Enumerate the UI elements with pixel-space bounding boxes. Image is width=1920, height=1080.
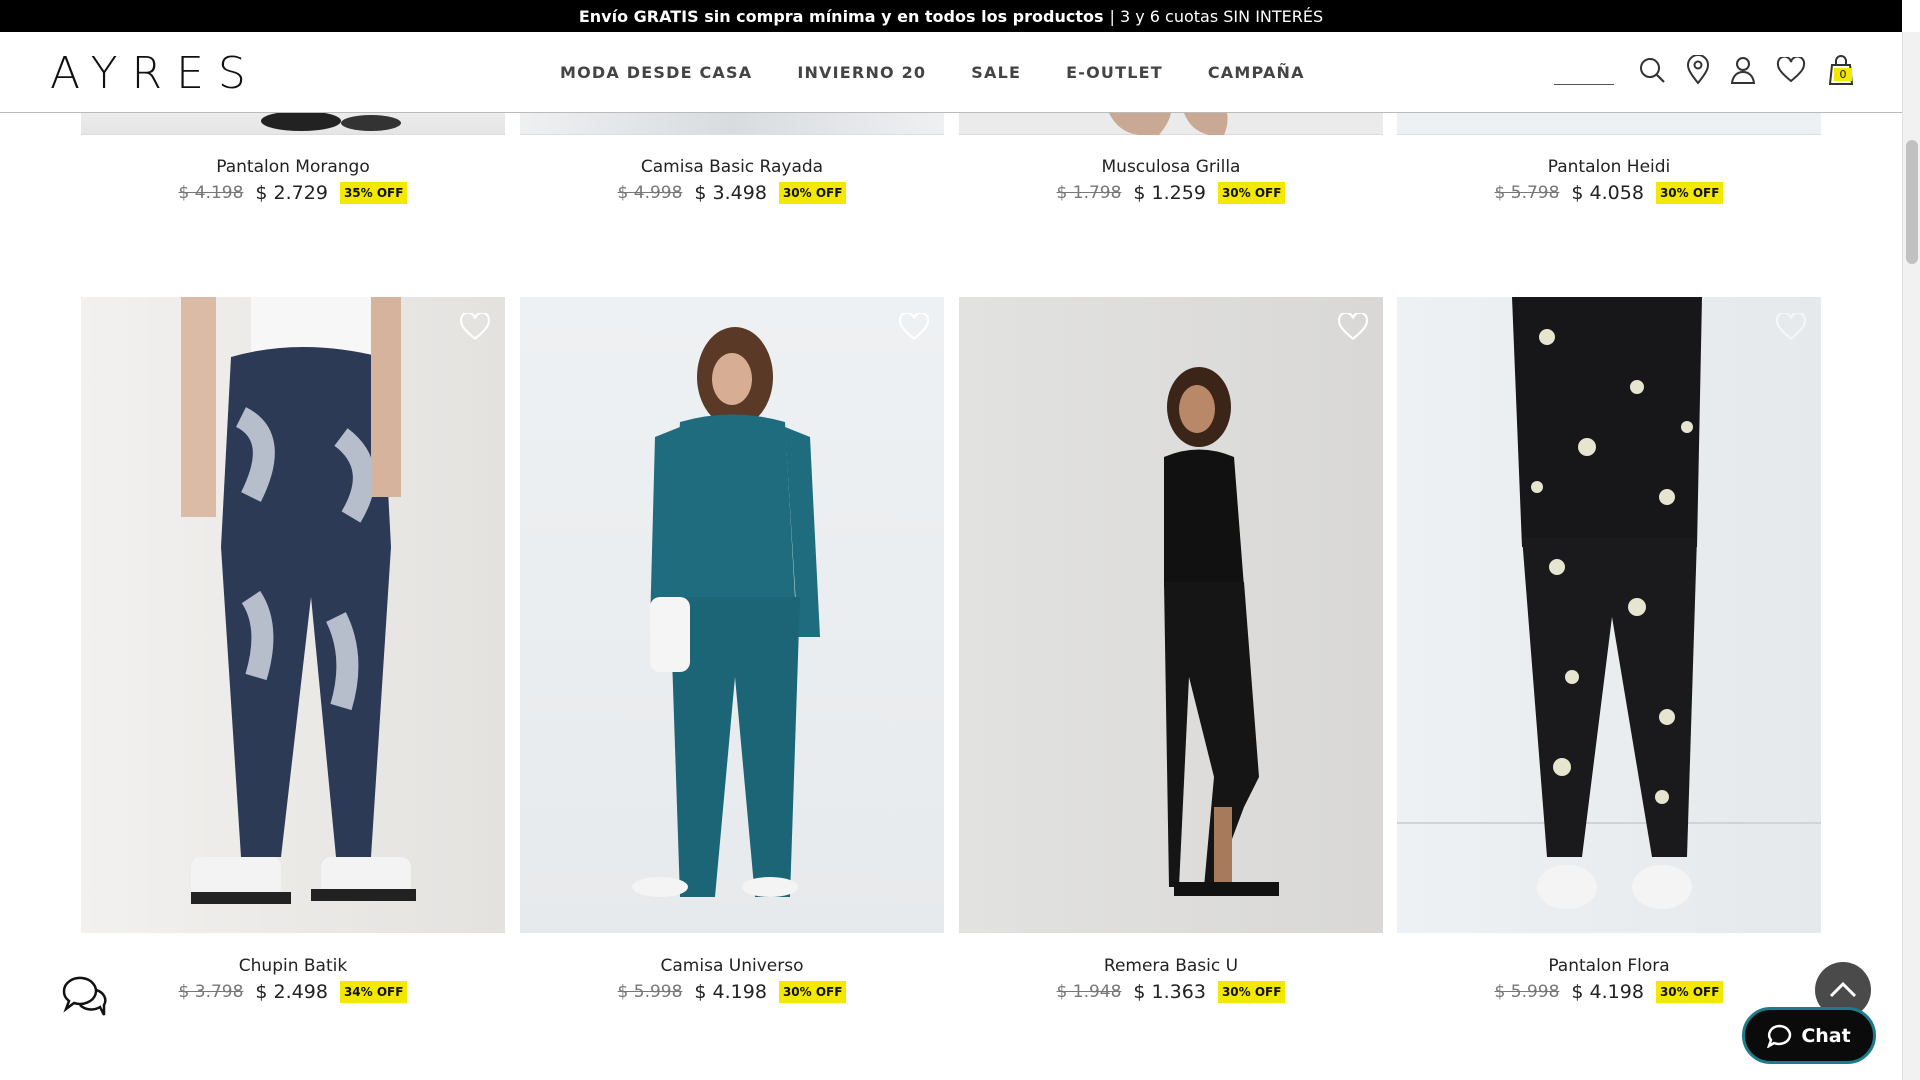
promo-bar: Envío GRATIS sin compra mínima y en todo… <box>0 0 1902 32</box>
nav-moda-desde-casa[interactable]: MODA DESDE CASA <box>560 63 752 82</box>
product-card[interactable]: Chupin Batik $ 3.798 $ 2.498 34% OFF <box>81 297 505 1003</box>
product-name[interactable]: Pantalon Heidi <box>1397 157 1821 181</box>
product-image[interactable] <box>959 113 1383 135</box>
scrollbar-thumb[interactable] <box>1906 140 1918 264</box>
wishlist-heart-icon[interactable] <box>898 311 930 345</box>
old-price: $ 5.998 <box>617 982 683 1002</box>
nav-invierno-20[interactable]: INVIERNO 20 <box>797 63 926 82</box>
product-name[interactable]: Camisa Basic Rayada <box>520 157 944 181</box>
product-image[interactable] <box>81 297 505 933</box>
product-name[interactable]: Chupin Batik <box>81 956 505 980</box>
price-row: $ 5.998 $ 4.198 30% OFF <box>520 981 944 1003</box>
product-card[interactable]: Musculosa Grilla $ 1.798 $ 1.259 30% OFF <box>959 113 1383 204</box>
cart-count: 0 <box>1834 68 1852 81</box>
product-image[interactable] <box>959 297 1383 933</box>
discount-badge: 35% OFF <box>339 182 408 204</box>
old-price: $ 1.798 <box>1056 183 1122 203</box>
discount-badge: 34% OFF <box>339 981 408 1003</box>
old-price: $ 1.948 <box>1056 982 1122 1002</box>
site-header: AYRES MODA DESDE CASA INVIERNO 20 SALE E… <box>0 32 1902 113</box>
search-input[interactable] <box>1554 83 1614 85</box>
product-image[interactable] <box>1397 113 1821 135</box>
wishlist-icon[interactable] <box>1776 57 1806 83</box>
nav-campana[interactable]: CAMPAÑA <box>1208 63 1305 82</box>
product-image[interactable] <box>520 113 944 135</box>
product-card[interactable]: Camisa Basic Rayada $ 4.998 $ 3.498 30% … <box>520 113 944 204</box>
old-price: $ 4.198 <box>178 183 244 203</box>
price-row: $ 1.798 $ 1.259 30% OFF <box>959 182 1383 204</box>
header-icons: 0 <box>1554 54 1856 86</box>
discount-badge: 30% OFF <box>1217 981 1286 1003</box>
chat-bubbles-icon[interactable] <box>60 973 108 1023</box>
promo-bold: Envío GRATIS sin compra mínima y en todo… <box>578 6 1104 26</box>
product-image[interactable] <box>520 297 944 933</box>
sale-price: $ 2.729 <box>255 182 328 204</box>
sale-price: $ 4.198 <box>1571 981 1644 1003</box>
sale-price: $ 1.259 <box>1133 182 1206 204</box>
sale-price: $ 4.058 <box>1571 182 1644 204</box>
nav-sale[interactable]: SALE <box>971 63 1021 82</box>
location-icon[interactable] <box>1686 55 1710 85</box>
wishlist-heart-icon[interactable] <box>1337 311 1369 345</box>
discount-badge: 30% OFF <box>778 182 847 204</box>
product-card[interactable]: Pantalon Heidi $ 5.798 $ 4.058 30% OFF <box>1397 113 1821 204</box>
price-row: $ 5.998 $ 4.198 30% OFF <box>1397 981 1821 1003</box>
sale-price: $ 2.498 <box>255 981 328 1003</box>
wishlist-heart-icon[interactable] <box>1775 311 1807 345</box>
wishlist-heart-icon[interactable] <box>459 311 491 345</box>
product-name[interactable]: Pantalon Flora <box>1397 956 1821 980</box>
main-nav: MODA DESDE CASA INVIERNO 20 SALE E-OUTLE… <box>560 32 1305 113</box>
sale-price: $ 4.198 <box>694 981 767 1003</box>
cart-button[interactable]: 0 <box>1826 54 1856 86</box>
product-card[interactable]: Camisa Universo $ 5.998 $ 4.198 30% OFF <box>520 297 944 1003</box>
old-price: $ 4.998 <box>617 183 683 203</box>
old-price: $ 5.798 <box>1494 183 1560 203</box>
old-price: $ 5.998 <box>1494 982 1560 1002</box>
discount-badge: 30% OFF <box>1217 182 1286 204</box>
product-card[interactable]: Remera Basic U $ 1.948 $ 1.363 30% OFF <box>959 297 1383 1003</box>
search-icon[interactable] <box>1638 56 1666 84</box>
sale-price: $ 1.363 <box>1133 981 1206 1003</box>
chat-label: Chat <box>1801 1024 1851 1047</box>
old-price: $ 3.798 <box>178 982 244 1002</box>
price-row: $ 3.798 $ 2.498 34% OFF <box>81 981 505 1003</box>
logo[interactable]: AYRES <box>50 48 260 99</box>
product-card[interactable]: Pantalon Morango $ 4.198 $ 2.729 35% OFF <box>81 111 505 204</box>
discount-badge: 30% OFF <box>1655 981 1724 1003</box>
chevron-up-icon <box>1829 981 1857 998</box>
product-image[interactable] <box>81 111 505 135</box>
account-icon[interactable] <box>1730 56 1756 84</box>
product-card[interactable]: Pantalon Flora $ 5.998 $ 4.198 30% OFF <box>1397 297 1821 1003</box>
product-name[interactable]: Pantalon Morango <box>81 157 505 181</box>
price-row: $ 1.948 $ 1.363 30% OFF <box>959 981 1383 1003</box>
discount-badge: 30% OFF <box>778 981 847 1003</box>
discount-badge: 30% OFF <box>1655 182 1724 204</box>
sale-price: $ 3.498 <box>694 182 767 204</box>
chat-button[interactable]: Chat <box>1742 1007 1876 1064</box>
price-row: $ 4.998 $ 3.498 30% OFF <box>520 182 944 204</box>
chat-icon <box>1767 1024 1792 1048</box>
page-scrollbar[interactable] <box>1902 32 1920 1080</box>
product-name[interactable]: Musculosa Grilla <box>959 157 1383 181</box>
price-row: $ 4.198 $ 2.729 35% OFF <box>81 182 505 204</box>
product-image[interactable] <box>1397 297 1821 933</box>
promo-rest: | 3 y 6 cuotas SIN INTERÉS <box>1109 6 1324 26</box>
price-row: $ 5.798 $ 4.058 30% OFF <box>1397 182 1821 204</box>
nav-e-outlet[interactable]: E-OUTLET <box>1066 63 1163 82</box>
product-name[interactable]: Remera Basic U <box>959 956 1383 980</box>
product-name[interactable]: Camisa Universo <box>520 956 944 980</box>
